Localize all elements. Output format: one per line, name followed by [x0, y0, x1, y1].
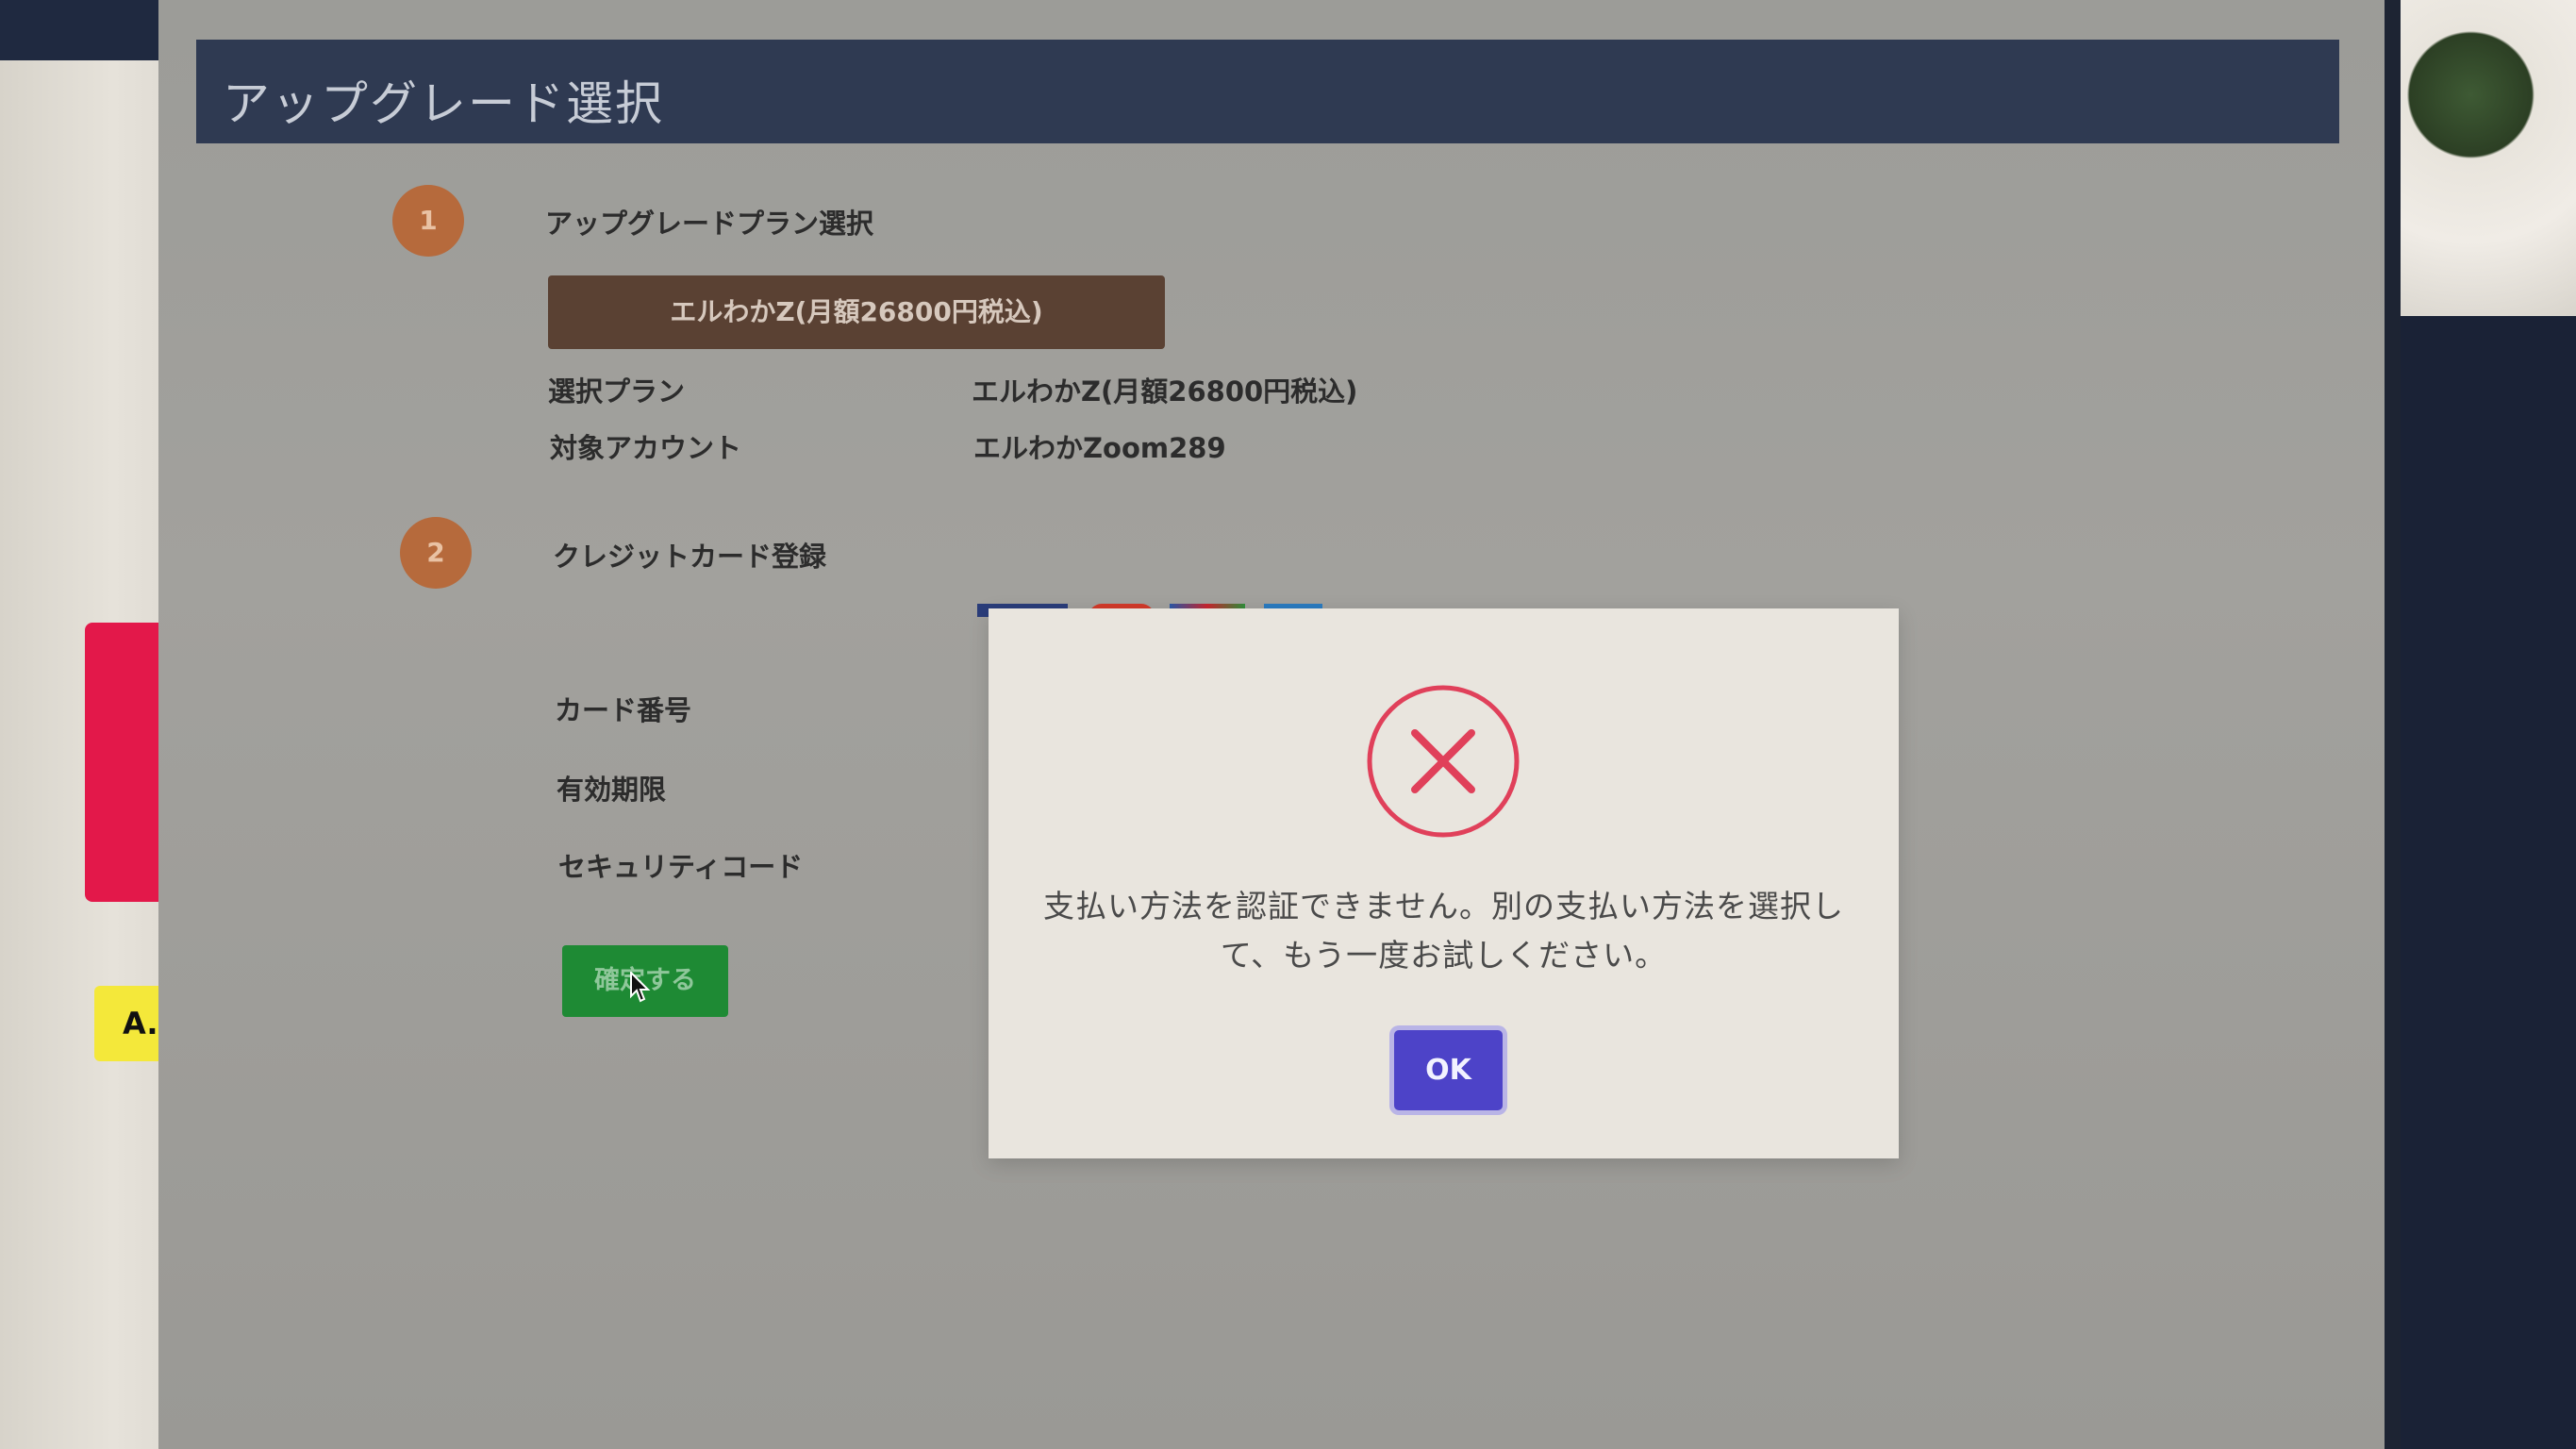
plan-select-button[interactable]: エルわかZ(月額26800円税込): [548, 275, 1165, 349]
ok-button[interactable]: OK: [1394, 1030, 1503, 1110]
step-2-title: クレジットカード登録: [553, 541, 827, 573]
background-dark-right: [2401, 316, 2576, 1449]
step-1-badge: 1: [392, 185, 464, 257]
error-x-circle-icon: [1367, 685, 1520, 838]
error-message: 支払い方法を認証できません。別の支払い方法を選択し て、もう一度お試しください。: [1026, 882, 1861, 980]
card-number-label: カード番号: [555, 694, 692, 726]
page-header: アップグレード選択: [196, 40, 2339, 143]
step-1-title: アップグレードプラン選択: [545, 208, 874, 240]
security-code-label: セキュリティコード: [558, 851, 804, 883]
target-account-value: エルわかZoom289: [973, 432, 1226, 464]
background-plant: [2401, 0, 2576, 316]
background-dark-bar: [0, 0, 160, 60]
expiry-label: 有効期限: [557, 774, 667, 806]
page-title: アップグレード選択: [223, 76, 664, 131]
selected-plan-value: エルわかZ(月額26800円税込): [972, 375, 1358, 408]
target-account-label: 対象アカウント: [550, 432, 742, 464]
page-screen: アップグレード選択 1 アップグレードプラン選択 エルわかZ(月額26800円税…: [158, 0, 2385, 1449]
error-message-line-2: て、もう一度お試しください。: [1220, 937, 1668, 974]
mouse-cursor-icon: [630, 972, 651, 1003]
selected-plan-label: 選択プラン: [548, 375, 686, 408]
step-2-badge: 2: [400, 517, 472, 589]
error-dialog: 支払い方法を認証できません。別の支払い方法を選択し て、もう一度お試しください。…: [989, 608, 1899, 1158]
error-message-line-1: 支払い方法を認証できません。別の支払い方法を選択し: [1042, 888, 1844, 924]
